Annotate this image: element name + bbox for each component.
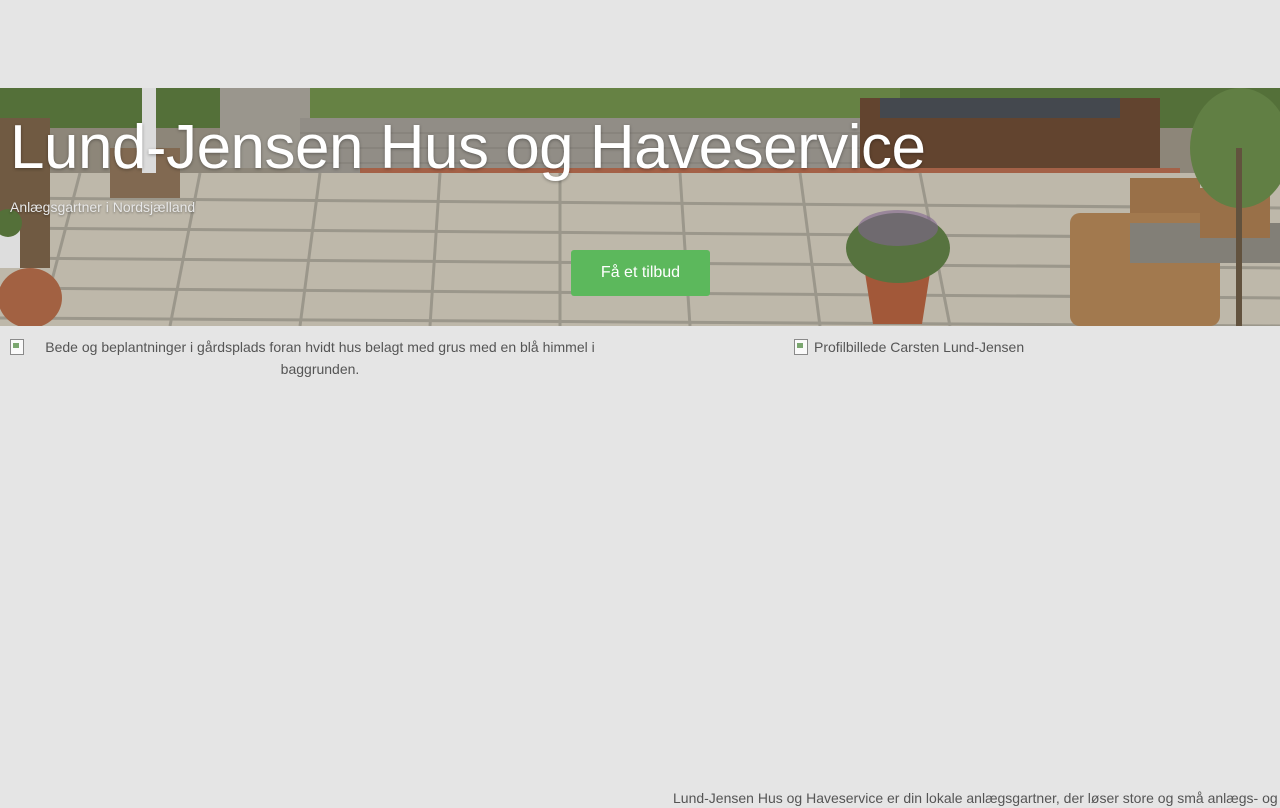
profile-image: Profilbillede Carsten Lund-Jensen [794,336,1024,358]
site-header [0,0,1280,88]
hero-title: Lund-Jensen Hus og Haveservice [10,113,926,182]
profile-image-alt-text: Profilbillede Carsten Lund-Jensen [814,339,1025,355]
hero-subtitle: Anlægsgartner i Nordsjælland [10,199,196,215]
garden-image: Bede og beplantninger i gårdsplads foran… [10,336,610,380]
intro-paragraph: Lund-Jensen Hus og Haveservice er din lo… [673,790,1278,806]
hero-banner: Lund-Jensen Hus og Haveservice Anlægsgar… [0,88,1280,326]
get-quote-button[interactable]: Få et tilbud [571,250,710,296]
broken-image-icon [10,339,24,355]
broken-image-icon [794,339,808,355]
garden-image-alt-text: Bede og beplantninger i gårdsplads foran… [45,339,595,377]
